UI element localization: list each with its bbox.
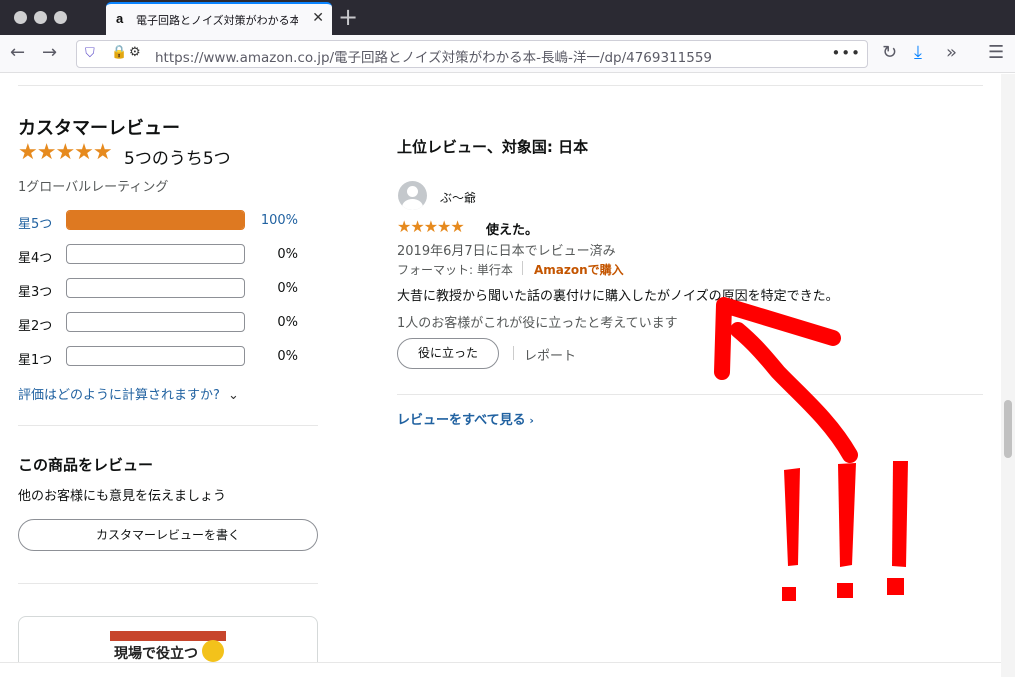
close-icon[interactable]: ✕ <box>312 10 324 26</box>
histogram-star-label[interactable]: 星4つ <box>18 247 52 266</box>
review-body: 大昔に教授から聞いた話の裏付けに購入したがノイズの原因を特定できた。 <box>397 289 839 304</box>
back-arrow-icon[interactable]: ← <box>10 42 25 63</box>
download-icon[interactable]: ⤓ <box>914 42 922 63</box>
avatar-body <box>402 199 423 210</box>
url-bar[interactable]: ⛉ 🔒 ⚙ https://www.amazon.co.jp/電子回路とノイズ対… <box>76 40 868 68</box>
histogram-bar-fill <box>67 211 244 229</box>
maximize-window-dot[interactable] <box>54 11 67 24</box>
helpful-count: 1人のお客様がこれが役に立ったと考えています <box>397 316 678 331</box>
histogram-percent[interactable]: 0% <box>246 315 298 330</box>
overflow-chevron-icon[interactable]: » <box>946 42 957 63</box>
how-calculated-label: 評価はどのように計算されますか? <box>18 388 220 403</box>
forward-arrow-icon[interactable]: → <box>42 42 57 63</box>
minimize-window-dot[interactable] <box>34 11 47 24</box>
histogram-bar[interactable] <box>66 278 245 298</box>
see-all-reviews-link[interactable]: レビューをすべて見る › <box>397 409 534 428</box>
review-title[interactable]: 使えた。 <box>486 219 538 238</box>
review-product-subtext: 他のお客様にも意見を伝えましょう <box>18 489 227 504</box>
histogram-bar[interactable] <box>66 312 245 332</box>
customer-reviews-heading: カスタマーレビュー <box>18 118 180 139</box>
histogram-star-label[interactable]: 星2つ <box>18 315 52 334</box>
review-author[interactable]: ぶ〜爺 <box>440 189 476 206</box>
review-format[interactable]: フォーマット: 単行本 <box>397 261 513 278</box>
close-window-dot[interactable] <box>14 11 27 24</box>
vertical-scrollbar[interactable] <box>1001 74 1015 677</box>
histogram-percent[interactable]: 0% <box>246 349 298 364</box>
format-separator <box>522 261 523 275</box>
sidebar-divider <box>18 425 318 426</box>
lock-icon[interactable]: 🔒 <box>111 45 127 60</box>
global-ratings-count: 1グローバルレーティング <box>18 180 169 195</box>
histogram-bar[interactable] <box>66 346 245 366</box>
avatar <box>398 181 427 210</box>
histogram-bar[interactable] <box>66 210 245 230</box>
histogram-star-label[interactable]: 星3つ <box>18 281 52 300</box>
shield-icon[interactable]: ⛉ <box>85 46 95 61</box>
amazon-favicon-icon: a <box>116 11 124 26</box>
histogram-percent[interactable]: 0% <box>246 281 298 296</box>
helpful-button[interactable]: 役に立った <box>397 338 499 369</box>
book-cover-badge-icon <box>202 640 224 662</box>
top-reviews-heading: 上位レビュー、対象国: 日本 <box>397 138 589 156</box>
histogram-percent[interactable]: 100% <box>246 213 298 228</box>
browser-titlebar: a 電子回路とノイズ対策がわかる本 ✕ + <box>0 0 1015 35</box>
navigation-bar: ← → ⛉ 🔒 ⚙ https://www.amazon.co.jp/電子回路と… <box>0 35 1015 73</box>
histogram-star-label[interactable]: 星1つ <box>18 349 52 368</box>
histogram-star-label[interactable]: 星5つ <box>18 213 52 232</box>
scrollbar-thumb[interactable] <box>1004 400 1012 458</box>
chevron-right-icon: › <box>525 414 534 427</box>
overall-star-rating: ★★★★★ <box>18 140 113 165</box>
verified-purchase-badge: Amazonで購入 <box>534 263 624 277</box>
new-tab-plus-icon[interactable]: + <box>338 3 358 31</box>
histogram-percent[interactable]: 0% <box>246 247 298 262</box>
review-date: 2019年6月7日に日本でレビュー済み <box>397 244 616 259</box>
write-review-button[interactable]: カスタマーレビューを書く <box>18 519 318 551</box>
sidebar-divider-2 <box>18 583 318 584</box>
avatar-head <box>407 186 418 197</box>
chevron-down-icon: ⌄ <box>228 388 239 403</box>
page-actions-more-icon[interactable]: ••• <box>831 44 861 62</box>
review-star-rating[interactable]: ★★★★★ <box>397 217 465 236</box>
bottom-bar <box>0 662 1001 677</box>
permissions-icon[interactable]: ⚙ <box>129 45 141 60</box>
page-content: カスタマーレビュー ★★★★★ 5つのうち5つ 1グローバルレーティング 星5つ… <box>0 74 1015 677</box>
reload-icon[interactable]: ↻ <box>882 42 897 63</box>
menu-hamburger-icon[interactable]: ☰ <box>988 42 1004 63</box>
active-tab[interactable]: a 電子回路とノイズ対策がわかる本 ✕ <box>106 2 332 35</box>
tab-title: 電子回路とノイズ対策がわかる本 <box>136 14 298 27</box>
review-divider <box>397 394 983 395</box>
see-all-reviews-label: レビューをすべて見る <box>397 413 526 428</box>
url-text[interactable]: https://www.amazon.co.jp/電子回路とノイズ対策がわかる本… <box>155 46 712 66</box>
histogram-bar[interactable] <box>66 244 245 264</box>
report-separator <box>513 346 514 360</box>
how-calculated-link[interactable]: 評価はどのように計算されますか? ⌄ <box>18 384 239 403</box>
report-link[interactable]: レポート <box>524 345 576 364</box>
book-cover-band <box>110 631 226 641</box>
book-cover-title: 現場で役立つ <box>114 646 198 662</box>
review-product-heading: この商品をレビュー <box>18 456 154 474</box>
overall-rating-text: 5つのうち5つ <box>124 149 231 169</box>
top-divider <box>18 85 983 86</box>
